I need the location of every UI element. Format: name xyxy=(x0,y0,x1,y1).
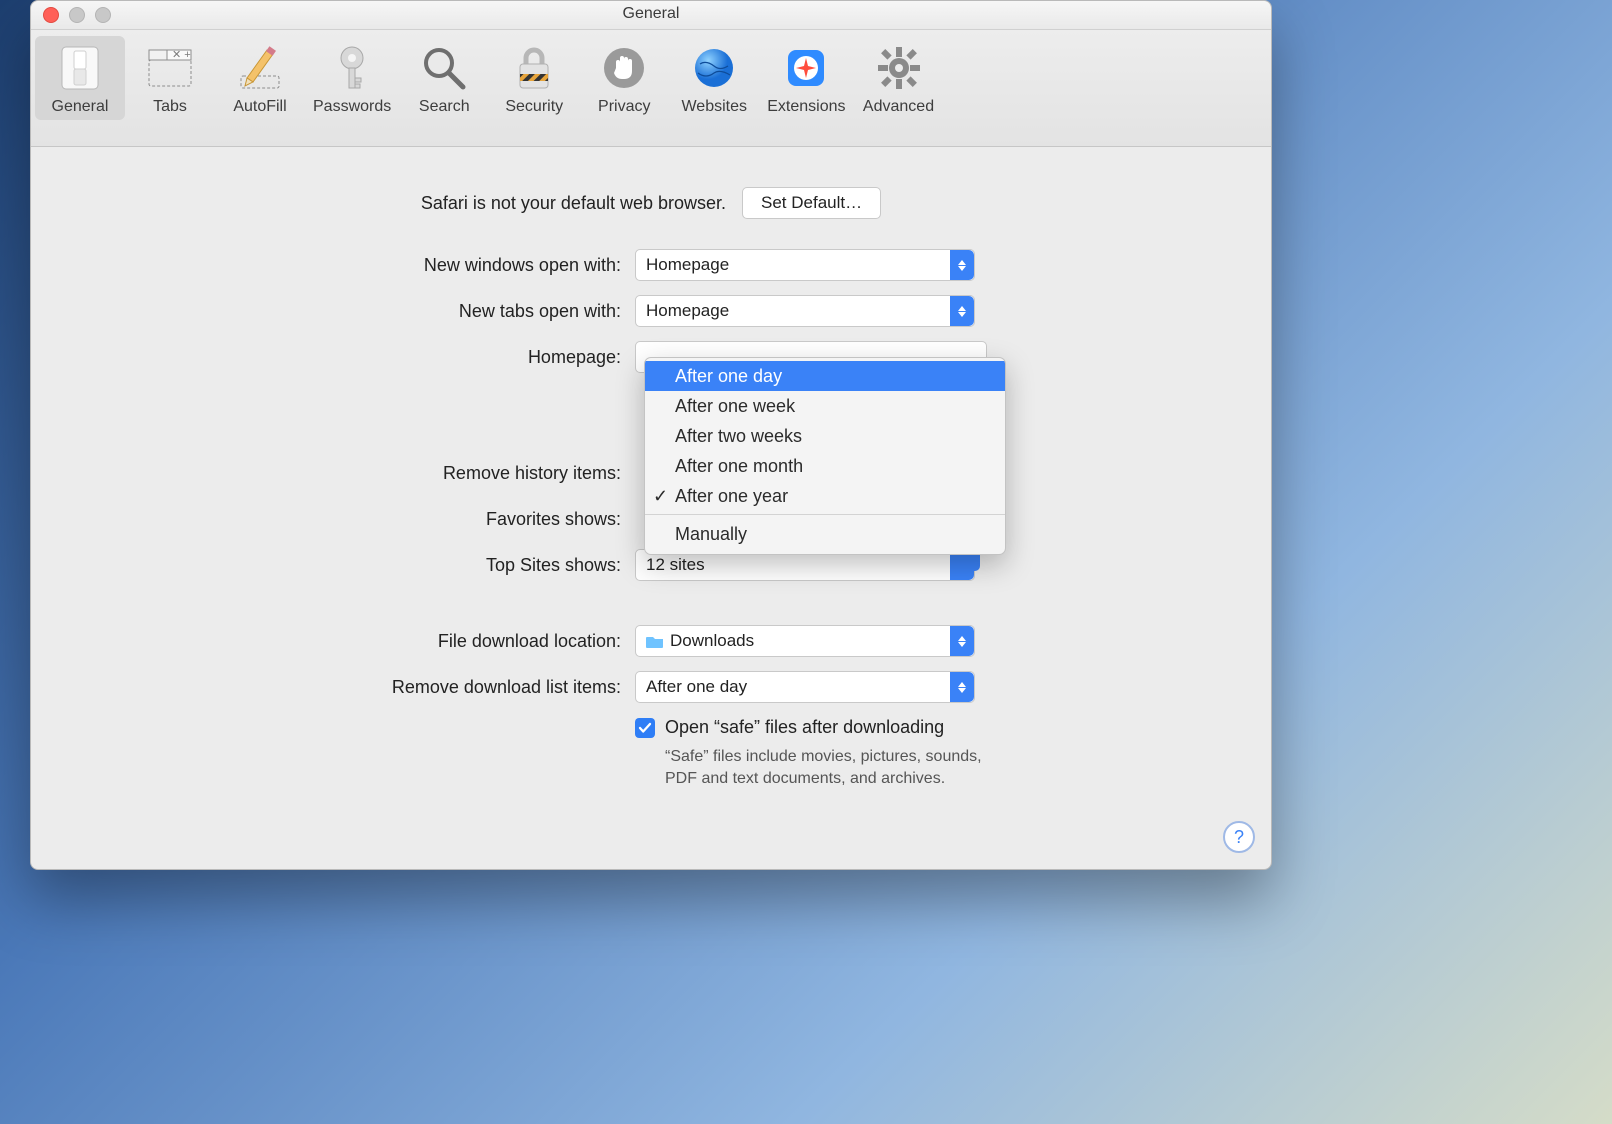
svg-text:✕ +: ✕ + xyxy=(172,49,191,61)
globe-icon xyxy=(688,42,740,94)
tab-search[interactable]: Search xyxy=(399,36,489,120)
lock-icon xyxy=(508,42,560,94)
chevron-updown-icon xyxy=(950,626,974,656)
magnifier-icon xyxy=(418,42,470,94)
tab-label: Tabs xyxy=(153,98,187,116)
open-safe-description: “Safe” files include movies, pictures, s… xyxy=(665,746,995,789)
menu-item[interactable]: ✓After one year xyxy=(645,481,1005,511)
tab-passwords[interactable]: Passwords xyxy=(305,36,399,120)
tab-extensions[interactable]: Extensions xyxy=(759,36,853,120)
tab-privacy[interactable]: Privacy xyxy=(579,36,669,120)
menu-item[interactable]: After one month xyxy=(645,451,1005,481)
tab-advanced[interactable]: Advanced xyxy=(854,36,944,120)
chevron-updown-icon xyxy=(950,296,974,326)
label-homepage: Homepage: xyxy=(61,347,635,368)
tab-label: Advanced xyxy=(863,98,934,116)
tab-general[interactable]: General xyxy=(35,36,125,120)
tab-autofill[interactable]: AutoFill xyxy=(215,36,305,120)
popup-new-windows[interactable]: Homepage xyxy=(635,249,975,281)
popup-new-tabs[interactable]: Homepage xyxy=(635,295,975,327)
folder-icon xyxy=(646,634,664,648)
tab-label: Extensions xyxy=(767,98,845,116)
tab-websites[interactable]: Websites xyxy=(669,36,759,120)
tab-label: Privacy xyxy=(598,98,650,116)
gear-icon xyxy=(873,42,925,94)
tab-label: Search xyxy=(419,98,470,116)
label-new-windows: New windows open with: xyxy=(61,255,635,276)
label-download-location: File download location: xyxy=(61,631,635,652)
window-title: General xyxy=(31,5,1271,23)
puzzle-icon xyxy=(780,42,832,94)
chevron-updown-icon xyxy=(950,250,974,280)
label-remove-downloads: Remove download list items: xyxy=(61,677,635,698)
tab-label: Security xyxy=(505,98,563,116)
remove-history-menu: After one day After one week After two w… xyxy=(644,357,1006,555)
checkmark-icon: ✓ xyxy=(653,486,668,507)
pencil-icon xyxy=(234,42,286,94)
open-safe-checkbox[interactable] xyxy=(635,718,655,738)
key-icon xyxy=(326,42,378,94)
menu-item[interactable]: After two weeks xyxy=(645,421,1005,451)
label-new-tabs: New tabs open with: xyxy=(61,301,635,322)
tab-label: Websites xyxy=(681,98,747,116)
titlebar: General xyxy=(31,1,1271,30)
tab-label: AutoFill xyxy=(233,98,286,116)
label-remove-history: Remove history items: xyxy=(61,463,635,484)
tab-label: General xyxy=(52,98,109,116)
tab-security[interactable]: Security xyxy=(489,36,579,120)
chevron-updown-icon xyxy=(950,672,974,702)
popup-download-location[interactable]: Downloads xyxy=(635,625,975,657)
preferences-window: General General ✕ + Tabs xyxy=(30,0,1272,870)
tab-tabs[interactable]: ✕ + Tabs xyxy=(125,36,215,120)
open-safe-label: Open “safe” files after downloading xyxy=(665,717,944,738)
set-default-button[interactable]: Set Default… xyxy=(742,187,881,219)
hand-icon xyxy=(598,42,650,94)
menu-item[interactable]: After one day xyxy=(645,361,1005,391)
default-browser-message: Safari is not your default web browser. xyxy=(421,193,726,214)
switch-icon xyxy=(54,42,106,94)
label-top-sites: Top Sites shows: xyxy=(61,555,635,576)
popup-remove-downloads[interactable]: After one day xyxy=(635,671,975,703)
tabs-icon: ✕ + xyxy=(144,42,196,94)
menu-item[interactable]: Manually xyxy=(645,514,1005,551)
toolbar: General ✕ + Tabs xyxy=(31,30,1271,147)
help-button[interactable]: ? xyxy=(1223,821,1255,853)
tab-label: Passwords xyxy=(313,98,391,116)
label-favorites: Favorites shows: xyxy=(61,509,635,530)
menu-item[interactable]: After one week xyxy=(645,391,1005,421)
